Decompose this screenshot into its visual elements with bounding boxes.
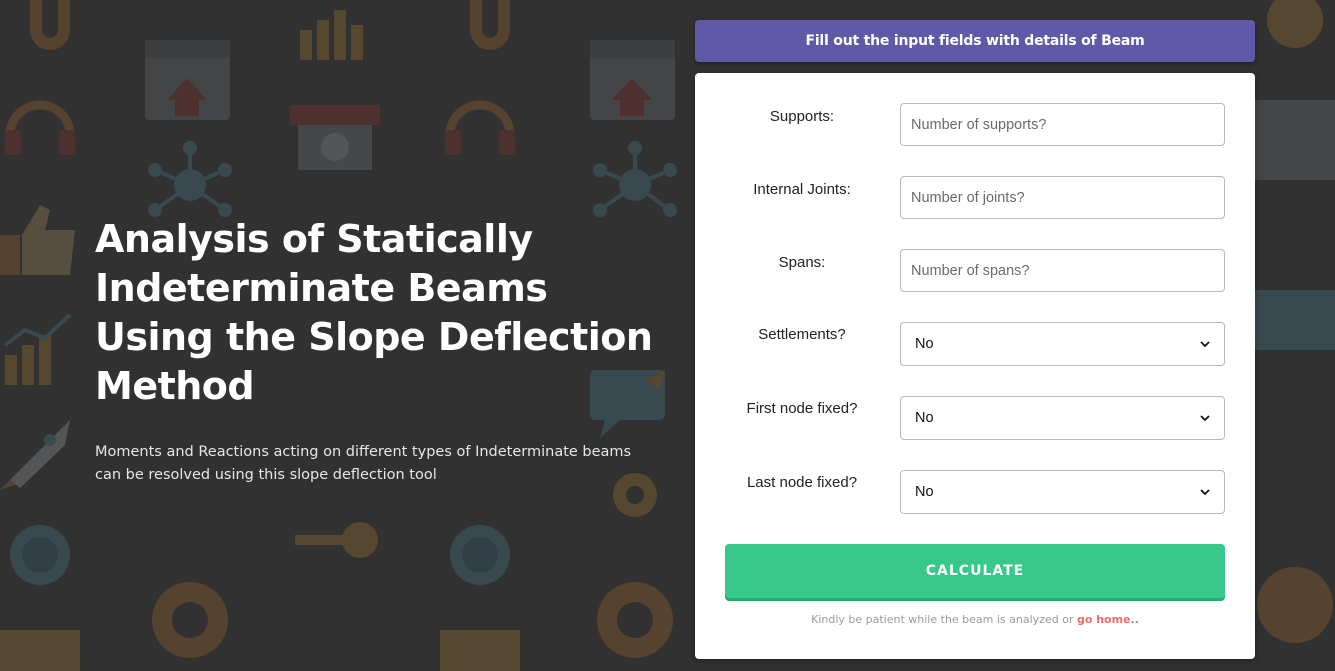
hero-section: Analysis of Statically Indeterminate Bea… <box>95 215 675 487</box>
settlements-value: No <box>915 336 934 352</box>
supports-label: Supports: <box>769 108 835 125</box>
last-node-select[interactable]: No <box>900 470 1225 514</box>
page-title: Analysis of Statically Indeterminate Bea… <box>95 217 653 408</box>
joints-label: Internal Joints: <box>753 181 851 198</box>
page-description: Moments and Reactions acting on differen… <box>95 444 632 483</box>
first-node-value: No <box>915 410 934 426</box>
beam-form: Supports: Internal Joints: Spans: Settle… <box>695 73 1255 659</box>
chevron-down-icon <box>1200 489 1210 496</box>
footnote: Kindly be patient while the beam is anal… <box>695 613 1255 626</box>
supports-input[interactable] <box>900 103 1225 146</box>
spans-input[interactable] <box>900 249 1225 292</box>
form-header: Fill out the input fields with details o… <box>695 20 1255 62</box>
go-home-link[interactable]: go home.. <box>1077 613 1139 626</box>
joints-input[interactable] <box>900 176 1225 219</box>
calculate-button[interactable]: CALCULATE <box>725 544 1225 598</box>
spans-label: Spans: <box>778 254 826 271</box>
footnote-text: Kindly be patient while the beam is anal… <box>811 613 1077 626</box>
settlements-select[interactable]: No <box>900 322 1225 366</box>
chevron-down-icon <box>1200 415 1210 422</box>
chevron-down-icon <box>1200 341 1210 348</box>
first-node-label: First node fixed? <box>746 400 858 417</box>
last-node-label: Last node fixed? <box>746 474 858 491</box>
first-node-select[interactable]: No <box>900 396 1225 440</box>
last-node-value: No <box>915 484 934 500</box>
settlements-label: Settlements? <box>758 326 846 343</box>
